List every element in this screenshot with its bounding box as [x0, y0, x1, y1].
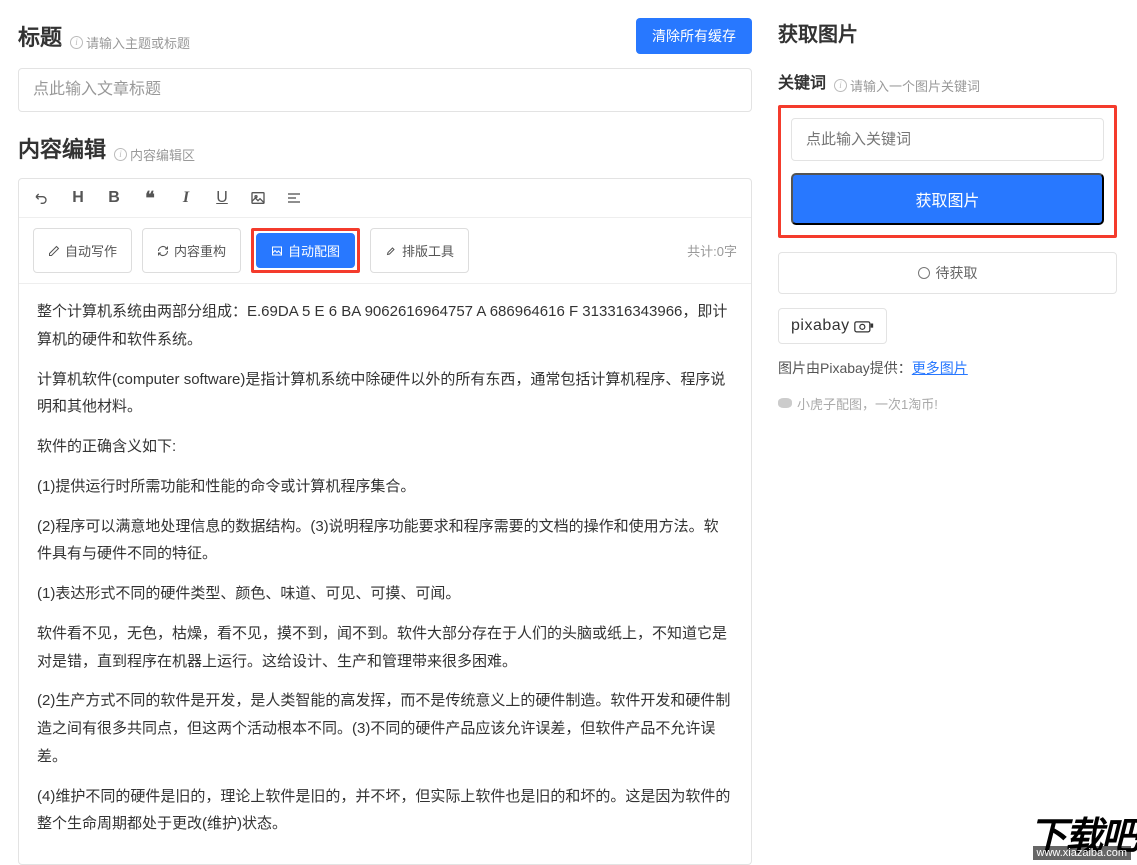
auto-image-highlight: 自动配图 [251, 228, 360, 273]
paragraph: (2)程序可以满意地处理信息的数据结构。(3)说明程序功能要求和程序需要的文档的… [37, 513, 733, 569]
more-images-link[interactable]: 更多图片 [912, 360, 968, 376]
auto-write-button[interactable]: 自动写作 [33, 228, 132, 273]
title-hint: i 请输入主题或标题 [70, 33, 190, 52]
side-column: 获取图片 关键词 i 请输入一个图片关键词 获取图片 待获取 pixabay 图… [770, 0, 1137, 860]
credit-line: 图片由Pixabay提供：更多图片 [778, 358, 1117, 378]
watermark-url: www.xiazaiba.com [1033, 846, 1131, 860]
action-toolbar: 自动写作 内容重构 自动配图 排版工具 [19, 218, 751, 284]
main-column: 标题 i 请输入主题或标题 清除所有缓存 内容编辑 i 内容编辑区 H B ❝ [0, 0, 770, 860]
align-icon[interactable] [285, 189, 303, 207]
info-icon: i [70, 36, 83, 49]
format-toolbar: H B ❝ I U [19, 179, 751, 218]
pixabay-badge: pixabay [778, 308, 887, 344]
keyword-label: 关键词 [778, 69, 826, 93]
image-icon[interactable] [249, 189, 267, 207]
paragraph: (4)维护不同的硬件是旧的，理论上软件是旧的，并不坏，但实际上软件也是旧的和坏的… [37, 783, 733, 839]
underline-icon[interactable]: U [213, 189, 231, 207]
content-hint: i 内容编辑区 [114, 145, 195, 164]
camera-icon [854, 319, 874, 333]
circle-icon [918, 267, 930, 279]
pixabay-text: pixabay [791, 317, 850, 335]
bold-icon[interactable]: B [105, 189, 123, 207]
undo-icon[interactable] [33, 189, 51, 207]
pending-button[interactable]: 待获取 [778, 252, 1117, 294]
content-heading: 内容编辑 [18, 132, 106, 164]
editor-content[interactable]: 整个计算机系统由两部分组成：E.69DA 5 E 6 BA 9062616964… [19, 284, 751, 864]
auto-image-button[interactable]: 自动配图 [256, 233, 355, 268]
clear-cache-button[interactable]: 清除所有缓存 [636, 18, 752, 54]
italic-icon[interactable]: I [177, 189, 195, 207]
side-heading: 获取图片 [778, 18, 1117, 47]
paragraph: (1)提供运行时所需功能和性能的命令或计算机程序集合。 [37, 473, 733, 501]
paragraph: 计算机软件(computer software)是指计算机系统中除硬件以外的所有… [37, 366, 733, 422]
paragraph: (1)表达形式不同的硬件类型、颜色、味道、可见、可摸、可闻。 [37, 580, 733, 608]
paragraph: (2)生产方式不同的软件是开发，是人类智能的高发挥，而不是传统意义上的硬件制造。… [37, 687, 733, 770]
paragraph: 软件看不见，无色，枯燥，看不见，摸不到，闻不到。软件大部分存在于人们的头脑或纸上… [37, 620, 733, 676]
quote-icon[interactable]: ❝ [141, 189, 159, 207]
paragraph: 软件的正确含义如下: [37, 433, 733, 461]
cloud-icon [778, 398, 792, 408]
title-input[interactable] [18, 68, 752, 112]
info-icon: i [114, 148, 127, 161]
editor-panel: H B ❝ I U 自动写作 内容重构 [18, 178, 752, 865]
layout-tool-button[interactable]: 排版工具 [370, 228, 469, 273]
title-heading: 标题 [18, 20, 62, 52]
keyword-hint: i 请输入一个图片关键词 [834, 76, 980, 95]
footer-note: 小虎子配图，一次1淘币! [778, 394, 1117, 413]
fetch-image-button[interactable]: 获取图片 [791, 173, 1104, 225]
restructure-button[interactable]: 内容重构 [142, 228, 241, 273]
heading-icon[interactable]: H [69, 189, 87, 207]
fetch-image-highlight: 获取图片 [778, 105, 1117, 238]
paragraph: 整个计算机系统由两部分组成：E.69DA 5 E 6 BA 9062616964… [37, 298, 733, 354]
word-count: 共计:0字 [687, 241, 737, 260]
keyword-input[interactable] [791, 118, 1104, 161]
info-icon: i [834, 79, 847, 92]
